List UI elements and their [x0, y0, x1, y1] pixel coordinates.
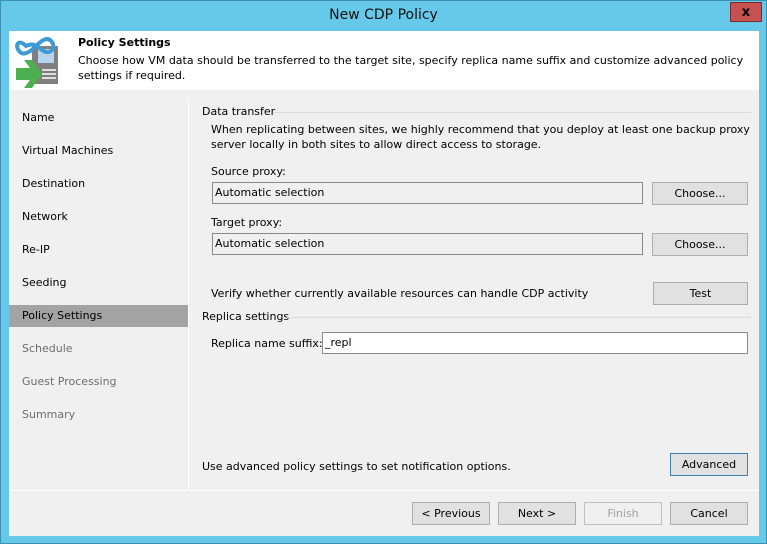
target-proxy-field[interactable]: Automatic selection: [212, 233, 643, 255]
source-proxy-label: Source proxy:: [211, 165, 286, 178]
wizard-step-nav: Name Virtual Machines Destination Networ…: [9, 98, 188, 490]
header-title: Policy Settings: [78, 36, 171, 49]
data-transfer-group-label: Data transfer: [202, 105, 276, 118]
cdp-policy-icon: [15, 37, 58, 88]
title-bar[interactable]: New CDP Policy x: [1, 1, 766, 31]
wizard-header: Policy Settings Choose how VM data shoul…: [9, 31, 759, 90]
window-title: New CDP Policy: [329, 7, 438, 23]
target-proxy-choose-button[interactable]: Choose...: [652, 233, 748, 256]
replica-suffix-label: Replica name suffix:: [211, 337, 323, 350]
cancel-button[interactable]: Cancel: [670, 502, 748, 525]
new-cdp-policy-window: New CDP Policy x Policy Settings Choose …: [0, 0, 767, 544]
target-proxy-label: Target proxy:: [211, 216, 283, 229]
nav-item-virtual-machines[interactable]: Virtual Machines: [9, 140, 188, 162]
finish-button: Finish: [584, 502, 662, 525]
nav-item-policy-settings[interactable]: Policy Settings: [9, 305, 188, 327]
footer-separator: [9, 490, 759, 491]
verify-resources-text: Verify whether currently available resou…: [211, 287, 589, 300]
source-proxy-choose-button[interactable]: Choose...: [652, 182, 748, 205]
advanced-button[interactable]: Advanced: [670, 453, 748, 476]
test-button[interactable]: Test: [653, 282, 748, 305]
nav-item-guest-processing: Guest Processing: [22, 375, 117, 388]
close-icon: x: [741, 4, 751, 20]
nav-item-name[interactable]: Name: [9, 107, 188, 129]
nav-item-re-ip[interactable]: Re-IP: [9, 239, 188, 261]
advanced-settings-text: Use advanced policy settings to set noti…: [202, 460, 511, 473]
replica-suffix-input[interactable]: _repl: [322, 332, 748, 354]
wizard-client-area: Policy Settings Choose how VM data shoul…: [9, 31, 759, 536]
nav-item-seeding[interactable]: Seeding: [9, 272, 188, 294]
nav-item-network[interactable]: Network: [9, 206, 188, 228]
nav-item-summary: Summary: [22, 408, 76, 421]
nav-item-destination[interactable]: Destination: [9, 173, 188, 195]
data-transfer-note: When replicating between sites, we highl…: [211, 123, 750, 151]
previous-button[interactable]: < Previous: [412, 502, 490, 525]
data-transfer-divider: [273, 112, 751, 113]
nav-item-schedule: Schedule: [22, 342, 73, 355]
close-button[interactable]: x: [730, 2, 762, 22]
policy-settings-panel: Data transfer When replicating between s…: [189, 98, 759, 490]
replica-settings-divider: [287, 317, 751, 318]
source-proxy-field[interactable]: Automatic selection: [212, 182, 643, 204]
next-button[interactable]: Next >: [498, 502, 576, 525]
replica-settings-group-label: Replica settings: [202, 310, 290, 323]
header-description: Choose how VM data should be transferred…: [78, 54, 744, 82]
